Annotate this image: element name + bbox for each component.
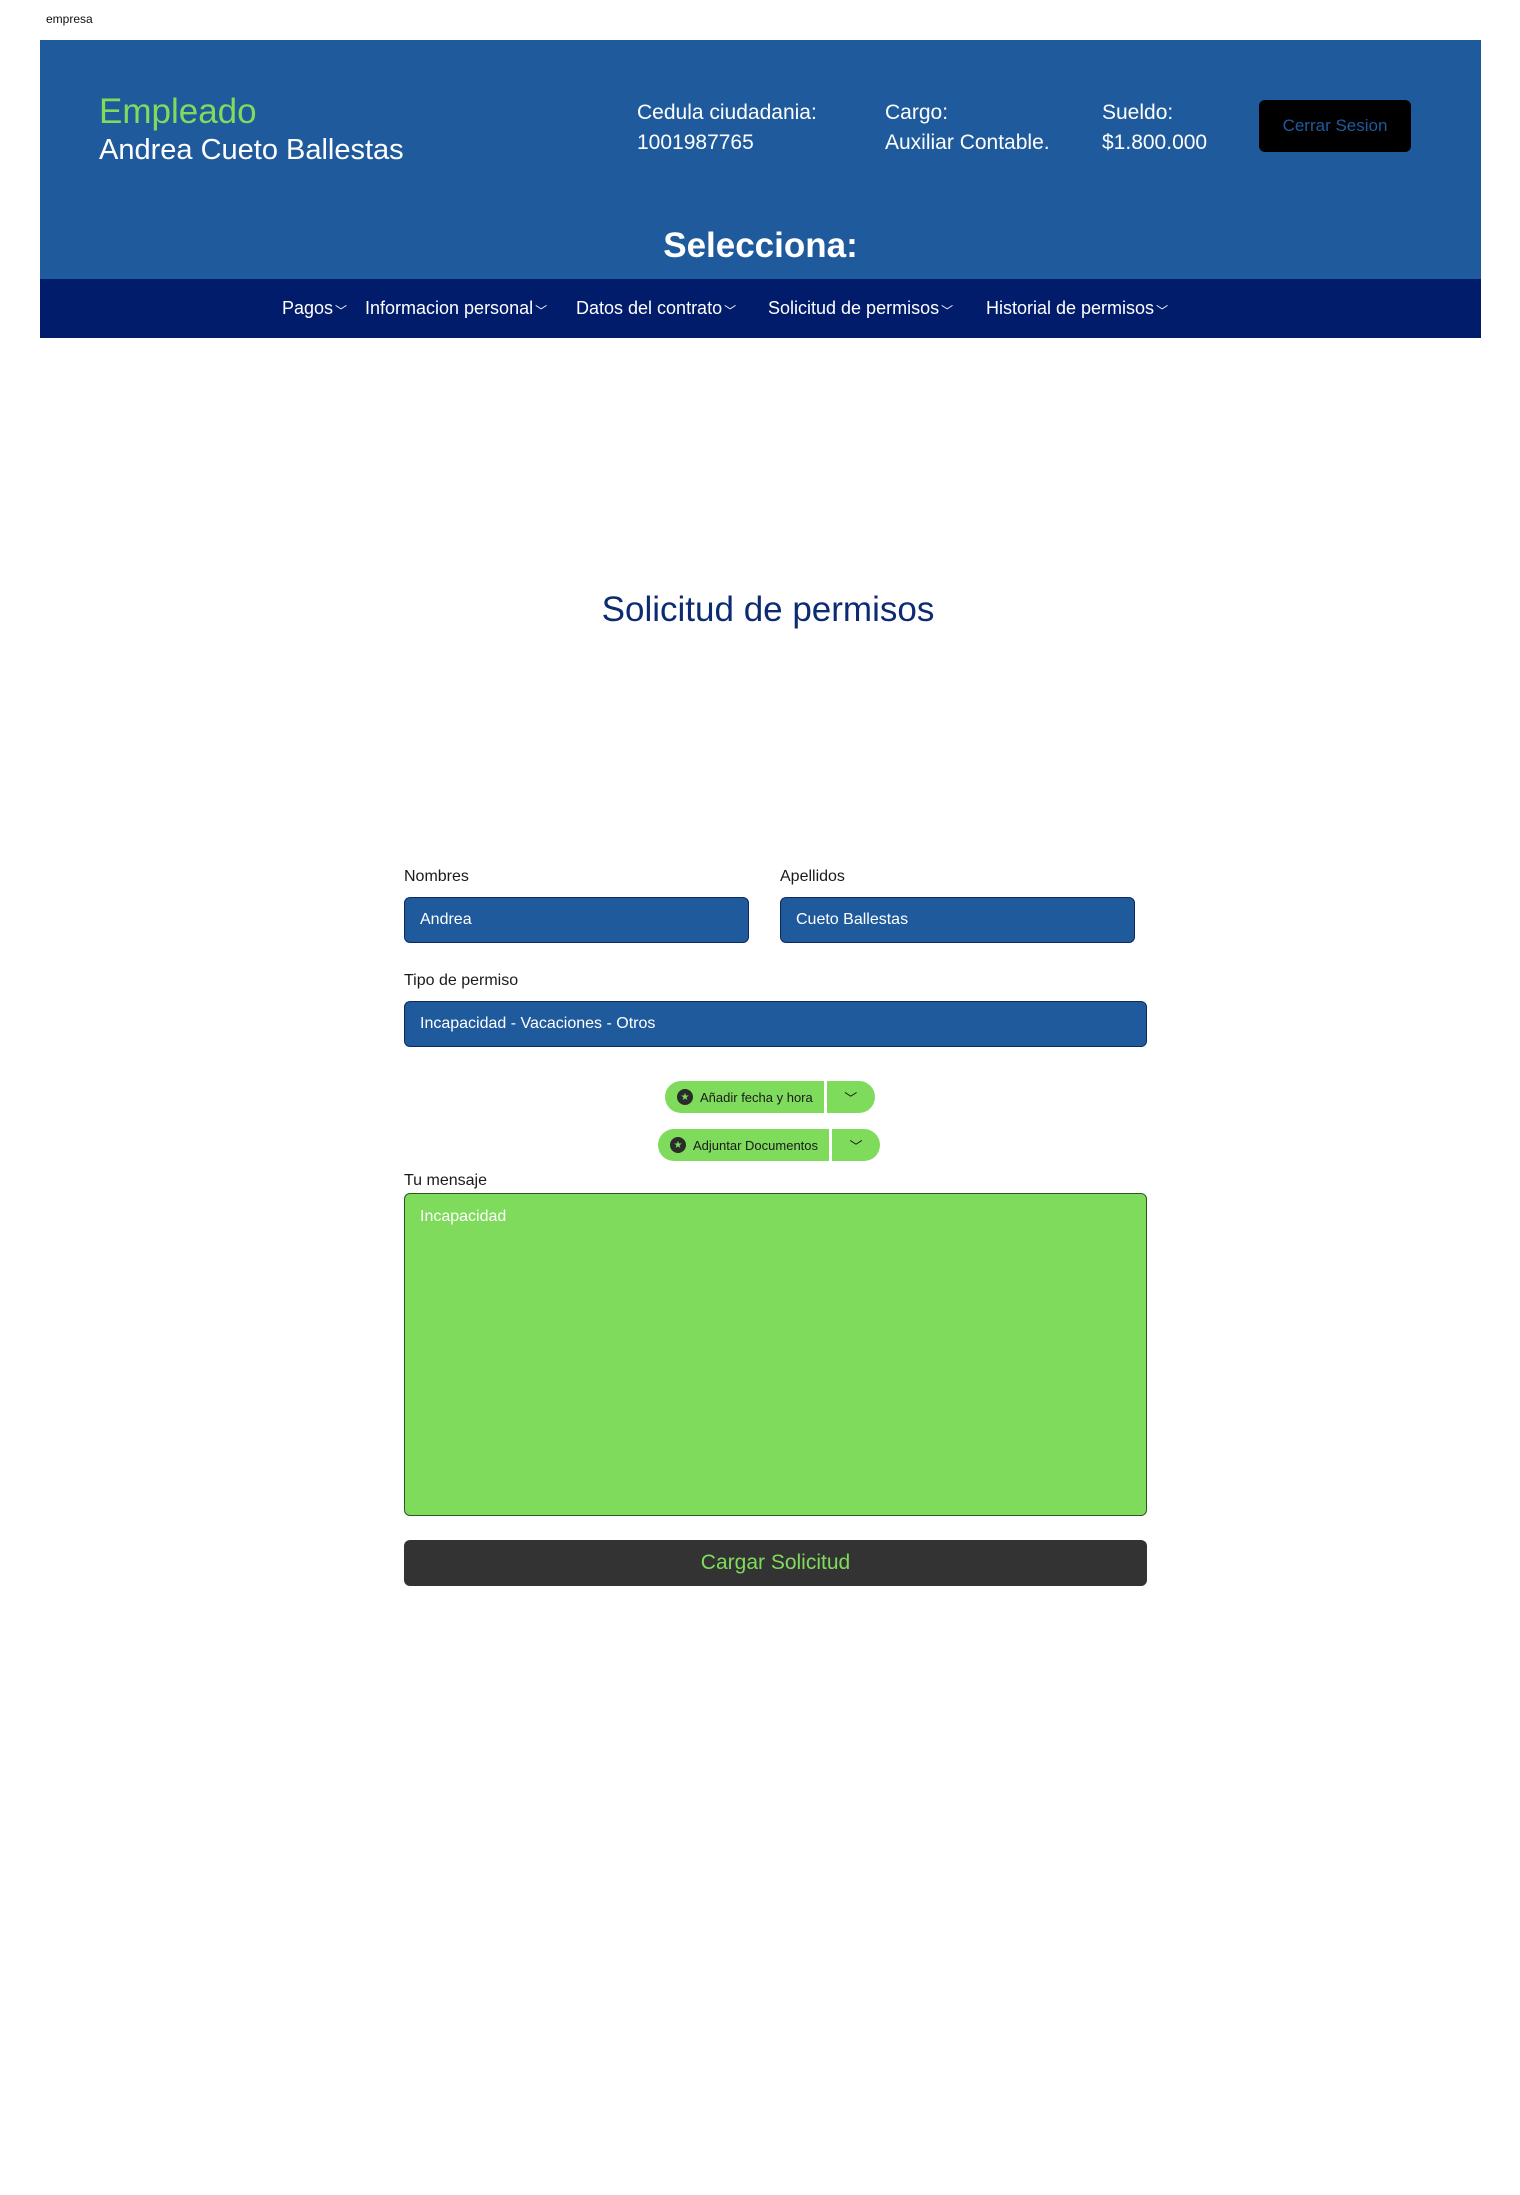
nav-item-label: Historial de permisos [986, 298, 1155, 318]
select-heading: Selecciona: [663, 226, 858, 265]
attach-control: ★ Adjuntar Documentos ﹀ [658, 1129, 881, 1161]
sueldo-label: Sueldo: [1102, 101, 1174, 124]
attach-button[interactable]: ★ Adjuntar Documentos [658, 1129, 830, 1161]
logout-button[interactable]: Cerrar Sesion [1259, 100, 1411, 152]
nav-item-datos-contrato[interactable]: Datos del contrato ﹀ [576, 279, 736, 338]
chevron-down-icon: ﹀ [941, 304, 954, 318]
tipo-permiso-label: Tipo de permiso [404, 972, 519, 989]
main-nav: Pagos ﹀ Informacion personal ﹀ Datos del… [40, 279, 1481, 338]
nombres-label: Nombres [404, 868, 469, 885]
nav-item-solicitud-permisos[interactable]: Solicitud de permisos ﹀ [768, 279, 953, 338]
mensaje-textarea[interactable]: Incapacidad [404, 1193, 1147, 1516]
chevron-down-icon: ﹀ [335, 304, 348, 318]
submit-button[interactable]: Cargar Solicitud [404, 1540, 1147, 1586]
attach-dropdown[interactable]: ﹀ [832, 1129, 881, 1161]
chevron-down-icon: ﹀ [535, 304, 548, 318]
add-date-dropdown[interactable]: ﹀ [826, 1081, 875, 1113]
cedula-value: 1001987765 [637, 131, 754, 154]
nombres-field[interactable]: Andrea [404, 897, 749, 943]
apellidos-field[interactable]: Cueto Ballestas [780, 897, 1135, 943]
nav-item-label: Datos del contrato [576, 298, 723, 318]
add-date-control: ★ Añadir fecha y hora ﹀ [665, 1081, 875, 1113]
cedula-info: Cedula ciudadania: 1001987765 [637, 98, 817, 158]
sueldo-value: $1.800.000 [1102, 131, 1208, 154]
nav-item-historial-permisos[interactable]: Historial de permisos ﹀ [986, 279, 1168, 338]
chevron-down-icon: ﹀ [849, 1138, 863, 1154]
nav-item-label: Solicitud de permisos [768, 298, 940, 318]
star-icon: ★ [677, 1089, 693, 1105]
star-icon: ★ [670, 1137, 686, 1153]
nav-item-informacion-personal[interactable]: Informacion personal ﹀ [365, 279, 547, 338]
chevron-down-icon: ﹀ [1156, 304, 1169, 318]
cargo-label: Cargo: [885, 101, 949, 124]
brand-text: empresa [46, 12, 93, 26]
nav-item-pagos[interactable]: Pagos ﹀ [282, 279, 347, 338]
nav-item-label: Informacion personal [365, 298, 534, 318]
sueldo-info: Sueldo: $1.800.000 [1102, 98, 1207, 158]
cedula-label: Cedula ciudadania: [637, 101, 817, 124]
add-date-label: Añadir fecha y hora [700, 1089, 813, 1105]
chevron-down-icon: ﹀ [724, 304, 737, 318]
apellidos-label: Apellidos [780, 868, 845, 885]
page-title: Solicitud de permisos [601, 590, 935, 629]
nav-item-label: Pagos [282, 298, 334, 318]
cargo-value: Auxiliar Contable. [885, 131, 1050, 154]
tipo-permiso-select[interactable]: Incapacidad - Vacaciones - Otros [404, 1001, 1147, 1047]
cargo-info: Cargo: Auxiliar Contable. [885, 98, 1050, 158]
attach-label: Adjuntar Documentos [693, 1137, 819, 1153]
add-date-button[interactable]: ★ Añadir fecha y hora [665, 1081, 824, 1113]
role-title: Empleado [99, 92, 257, 131]
employee-name: Andrea Cueto Ballestas [99, 134, 404, 166]
mensaje-label: Tu mensaje [404, 1172, 487, 1189]
chevron-down-icon: ﹀ [844, 1090, 858, 1106]
